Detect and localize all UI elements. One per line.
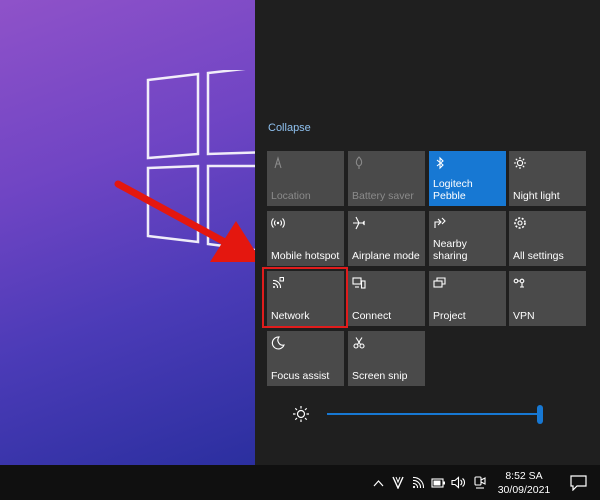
tile-network[interactable]: Network — [267, 271, 344, 326]
desktop-wallpaper — [0, 0, 255, 465]
notification-button[interactable] — [557, 465, 600, 500]
brightness-slider-thumb[interactable] — [537, 405, 543, 424]
nearby-sharing-icon — [434, 217, 446, 228]
vector-app-icon — [392, 476, 404, 489]
tray-chevron[interactable] — [368, 465, 388, 500]
moon-icon — [271, 336, 285, 350]
tray-volume[interactable] — [449, 465, 467, 500]
tile-vpn[interactable]: VPN — [509, 271, 586, 326]
tray-battery[interactable] — [429, 465, 447, 500]
tile-bluetooth[interactable]: Logitech Pebble — [429, 151, 506, 206]
battery-saver-icon — [355, 156, 363, 169]
tile-nearby-sharing[interactable]: Nearby sharing — [429, 211, 506, 266]
tile-label: Network — [271, 310, 310, 322]
airplane-icon — [353, 216, 365, 230]
bluetooth-icon — [436, 156, 444, 170]
tile-label: VPN — [513, 310, 535, 322]
tile-label: Night light — [513, 190, 560, 202]
tile-focus-assist[interactable]: Focus assist — [267, 331, 344, 386]
tile-label: Logitech Pebble — [433, 178, 473, 202]
tile-night-light[interactable]: Night light — [509, 151, 586, 206]
tray-wifi[interactable] — [409, 465, 427, 500]
vpn-icon — [513, 278, 525, 288]
chevron-up-icon — [373, 479, 383, 486]
action-center: Collapse Location Battery saver Logitech… — [255, 0, 600, 465]
meet-now-icon — [474, 475, 486, 489]
tile-label: Nearby sharing — [433, 238, 468, 262]
tile-connect[interactable]: Connect — [348, 271, 425, 326]
tile-project[interactable]: Project — [429, 271, 506, 326]
gear-icon — [514, 217, 526, 229]
clock[interactable]: 8:52 SA 30/09/2021 — [494, 469, 554, 497]
tray-meet-now[interactable] — [469, 465, 491, 500]
network-icon — [272, 277, 284, 289]
clock-time: 8:52 SA — [505, 470, 543, 482]
tile-all-settings[interactable]: All settings — [509, 211, 586, 266]
tray-vector-app[interactable] — [389, 465, 407, 500]
brightness-slider[interactable] — [327, 413, 543, 415]
tile-label: Screen snip — [352, 370, 408, 382]
taskbar: 8:52 SA 30/09/2021 — [0, 465, 600, 500]
wifi-icon — [412, 476, 425, 489]
tile-label: Battery saver — [352, 190, 414, 202]
night-light-icon — [514, 157, 526, 169]
project-icon — [433, 277, 446, 288]
tile-airplane-mode[interactable]: Airplane mode — [348, 211, 425, 266]
tile-label: Connect — [352, 310, 392, 322]
tile-label: All settings — [513, 250, 564, 262]
tile-battery-saver[interactable]: Battery saver — [348, 151, 425, 206]
tile-label: Mobile hotspot — [271, 250, 340, 262]
notification-icon — [570, 474, 587, 491]
tile-label: Project — [433, 310, 466, 322]
tile-location[interactable]: Location — [267, 151, 344, 206]
windows-logo — [146, 70, 255, 250]
screen-snip-icon — [353, 337, 365, 349]
battery-icon — [430, 477, 445, 488]
tile-label: Airplane mode — [352, 250, 420, 262]
collapse-link[interactable]: Collapse — [268, 122, 311, 134]
brightness-icon — [293, 406, 309, 422]
tile-label: Location — [271, 190, 311, 202]
location-icon — [274, 156, 282, 169]
tile-mobile-hotspot[interactable]: Mobile hotspot — [267, 211, 344, 266]
connect-icon — [352, 277, 366, 289]
tile-screen-snip[interactable]: Screen snip — [348, 331, 425, 386]
mobile-hotspot-icon — [271, 218, 285, 228]
volume-icon — [450, 476, 465, 489]
tile-label: Focus assist — [271, 370, 330, 382]
clock-date: 30/09/2021 — [497, 484, 551, 496]
